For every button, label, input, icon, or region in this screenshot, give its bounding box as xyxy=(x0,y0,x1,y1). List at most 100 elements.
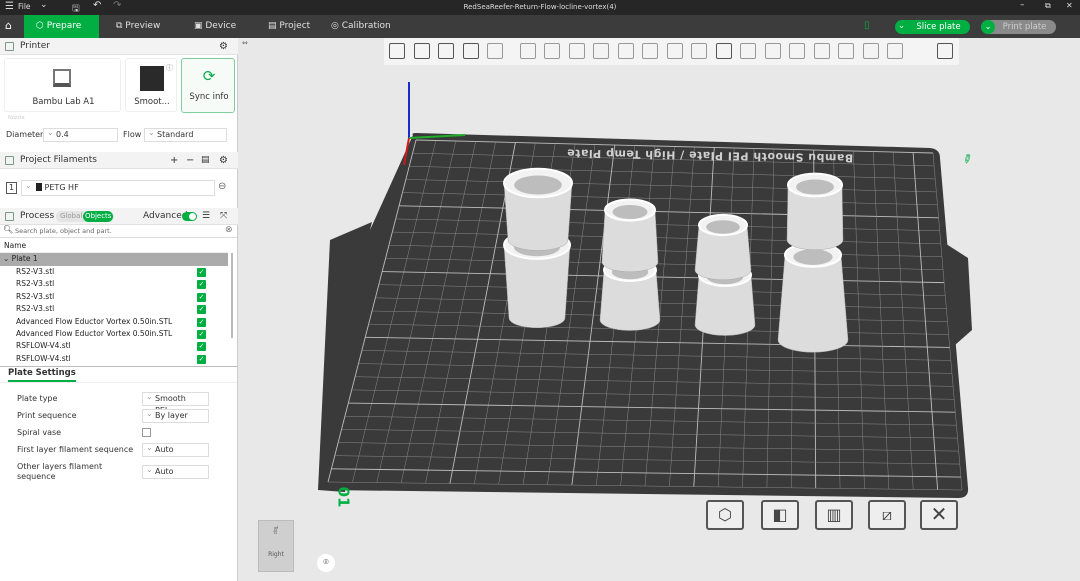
info-icon[interactable]: ⓘ xyxy=(166,63,173,73)
search-icon: 🔍︎ xyxy=(3,225,14,234)
arrange-icon[interactable] xyxy=(462,43,479,59)
plate-image-icon xyxy=(140,66,164,91)
object-visible-checkbox[interactable]: ✓ xyxy=(197,354,206,364)
filaments-title: Project Filaments xyxy=(20,155,97,165)
other-layers-sequence-select[interactable]: Auto xyxy=(142,464,209,479)
svg-icon[interactable] xyxy=(862,43,879,59)
tab-plate-settings[interactable]: Plate Settings xyxy=(8,368,76,382)
object-visible-checkbox[interactable]: ✓ xyxy=(197,342,206,352)
view-cube[interactable]: Top Right xyxy=(258,520,294,572)
assembly-icon[interactable] xyxy=(764,43,781,59)
plate-card[interactable]: ⓘ Smoot... xyxy=(125,58,177,112)
object-visible-checkbox[interactable]: ✓ xyxy=(197,268,206,277)
diameter-select[interactable]: 0.4 xyxy=(43,127,118,142)
ruler-icon[interactable] xyxy=(887,43,903,59)
chevron-down-icon[interactable]: ⌄ xyxy=(981,20,995,34)
scale-icon[interactable] xyxy=(568,43,585,59)
object-visible-checkbox[interactable]: ✓ xyxy=(197,280,206,290)
tab-prepare[interactable]: ⬡ Prepare xyxy=(24,15,99,38)
tab-device[interactable]: ▣ Device xyxy=(188,15,236,38)
lay-on-face-icon[interactable] xyxy=(593,43,609,59)
lock-button[interactable]: ◧ xyxy=(761,500,799,530)
scrollbar[interactable] xyxy=(231,253,233,338)
object-visible-checkbox[interactable]: ✓ xyxy=(197,317,206,327)
support-paint-icon[interactable] xyxy=(666,43,683,59)
advanced-switch[interactable] xyxy=(182,212,197,221)
tab-label: Calibration xyxy=(341,21,391,31)
arrange-button[interactable]: ▥ xyxy=(815,500,853,530)
process-header: Process Global Objects Advanced ☰ ⤧ xyxy=(0,208,238,225)
variable-layer-icon[interactable] xyxy=(813,43,830,59)
tab-label: Plate Settings xyxy=(8,368,76,378)
objects-toggle[interactable]: Objects xyxy=(83,211,113,222)
object-list-item[interactable]: RS2-V3.stl ✓ xyxy=(0,291,228,304)
sync-info-button[interactable]: ⟳ Sync info xyxy=(181,58,235,113)
remove-icon[interactable]: − xyxy=(186,152,194,169)
delete-plate-button[interactable]: ✕ xyxy=(920,500,958,530)
object-list-item[interactable]: RS2-V3.stl ✓ xyxy=(0,266,228,279)
list-icon[interactable]: ☰ xyxy=(202,208,210,225)
flow-select[interactable]: Standard xyxy=(144,127,227,142)
filament-sync-icon[interactable]: ▤ xyxy=(201,152,210,169)
auto-orient-icon[interactable] xyxy=(438,43,454,59)
first-layer-sequence-select[interactable]: Auto xyxy=(142,442,209,457)
clear-search-icon[interactable]: ⊗ xyxy=(225,225,233,235)
object-list-item[interactable]: RS2-V3.stl ✓ xyxy=(0,278,228,291)
print-sequence-select[interactable]: By layer xyxy=(142,408,209,423)
slice-label: Slice plate xyxy=(916,22,961,32)
close-button[interactable]: ✕ xyxy=(1066,1,1073,10)
cut-icon[interactable] xyxy=(617,43,634,59)
print-plate-button[interactable]: ⌄ Print plate xyxy=(981,20,1056,34)
search-box[interactable]: 🔍︎ Search plate, object and part. ⊗ xyxy=(0,225,237,238)
seam-paint-icon[interactable] xyxy=(691,43,707,59)
emboss-icon[interactable] xyxy=(838,43,854,59)
compare-icon[interactable]: ⤧ xyxy=(220,208,227,225)
rotate-icon[interactable] xyxy=(544,43,560,59)
model-rs2-2-opening xyxy=(514,175,562,195)
add-plate-icon[interactable] xyxy=(413,43,430,59)
printer-icon xyxy=(5,42,14,51)
object-list-item[interactable]: RS2-V3.stl ✓ xyxy=(0,303,228,316)
split-layers-icon[interactable] xyxy=(487,43,503,59)
object-visible-checkbox[interactable]: ✓ xyxy=(197,305,206,315)
object-list-item[interactable]: Advanced Flow Eductor Vortex 0.50in.STL ✓ xyxy=(0,328,228,341)
object-visible-checkbox[interactable]: ✓ xyxy=(197,292,206,302)
divider xyxy=(0,382,237,383)
object-list-item[interactable]: RSFLOW-V4.stl ✓ xyxy=(0,353,228,366)
tab-project[interactable]: ▤ Project xyxy=(262,15,310,38)
filament-color-swatch xyxy=(36,183,42,191)
collapse-sidebar-icon[interactable]: ⇔ xyxy=(242,39,248,47)
fit-view-icon[interactable]: ⌾ xyxy=(317,554,335,572)
chevron-down-icon[interactable]: ⌄ xyxy=(898,19,905,33)
restore-button[interactable]: ⧉ xyxy=(1045,1,1051,11)
filament-remove-icon[interactable]: ⊖ xyxy=(218,181,226,192)
multi-device-icon[interactable]: ▯ xyxy=(864,20,870,31)
add-object-icon[interactable] xyxy=(389,43,405,59)
object-visible-checkbox[interactable]: ✓ xyxy=(197,330,206,339)
search-input[interactable]: Search plate, object and part. xyxy=(15,227,112,235)
slice-plate-button[interactable]: ⌄ Slice plate xyxy=(895,20,970,34)
spiral-vase-checkbox[interactable] xyxy=(142,428,151,437)
plate-settings-button[interactable]: ⧄ xyxy=(868,500,906,530)
object-list-item[interactable]: RSFLOW-V4.stl ✓ xyxy=(0,340,228,353)
text-icon[interactable] xyxy=(715,43,732,59)
tab-calibration[interactable]: ◎ Calibration xyxy=(325,15,391,38)
orient-button[interactable]: ⬡ xyxy=(706,500,744,530)
multi-device-icon[interactable] xyxy=(937,43,953,59)
filament-select[interactable]: PETG HF xyxy=(21,179,215,196)
move-icon[interactable] xyxy=(519,43,536,59)
gear-icon[interactable]: ⚙ xyxy=(219,152,228,169)
add-icon[interactable]: + xyxy=(170,152,178,169)
tab-preview[interactable]: ⧉ Preview xyxy=(110,15,160,38)
printer-card[interactable]: Bambu Lab A1 xyxy=(4,58,121,112)
plate-type-select[interactable]: Smooth PEI... xyxy=(142,391,209,415)
minimize-button[interactable]: – xyxy=(1020,0,1025,10)
plate-row[interactable]: ⌄ Plate 1 xyxy=(0,253,228,266)
plate-number: 01 xyxy=(334,486,353,508)
mesh-boolean-icon[interactable] xyxy=(642,43,658,59)
gear-icon[interactable]: ⚙ xyxy=(219,38,228,55)
home-icon[interactable]: ⌂ xyxy=(5,19,12,32)
fuzzy-icon[interactable] xyxy=(789,43,805,59)
measure-support-icon[interactable] xyxy=(740,43,756,59)
object-list-item[interactable]: Advanced Flow Eductor Vortex 0.50in.STL ✓ xyxy=(0,316,228,329)
